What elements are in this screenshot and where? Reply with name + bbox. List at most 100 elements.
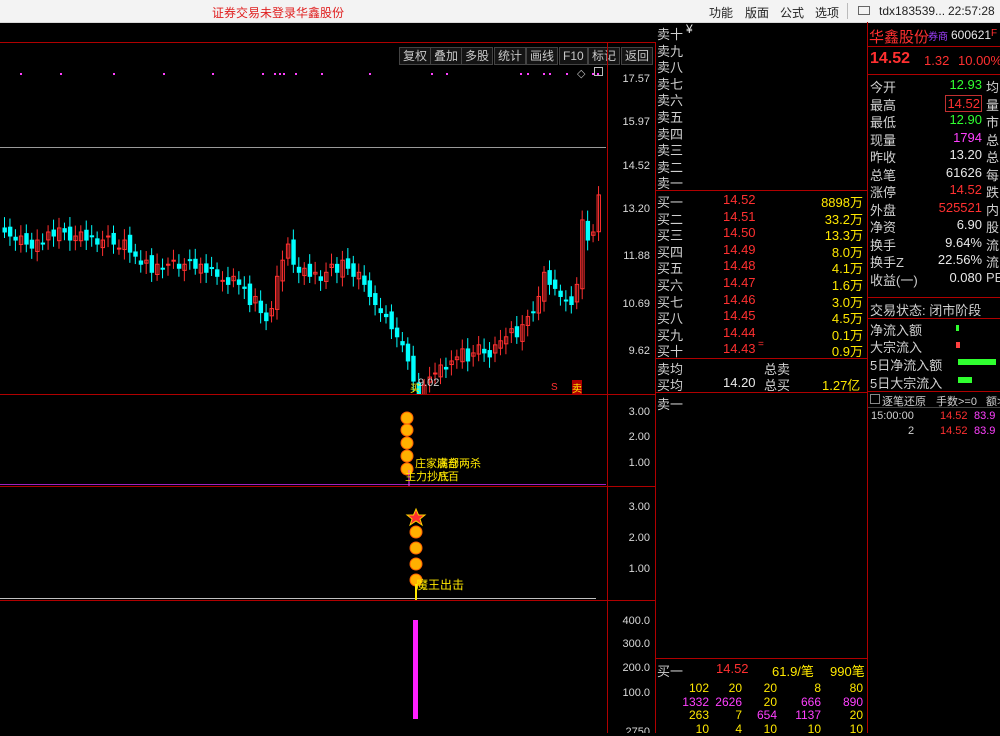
signal-dot	[262, 73, 264, 75]
y-tick: 11.88	[623, 250, 650, 262]
checkbox-icon[interactable]	[870, 394, 880, 404]
signal-dot	[566, 73, 568, 75]
y-tick: 10.69	[622, 298, 650, 310]
quote-value: 12.93	[949, 77, 982, 92]
queue-cell: 1137	[795, 708, 821, 722]
candle	[552, 279, 558, 289]
ind1-baseline	[0, 484, 606, 485]
buy-level-price: 14.44	[723, 324, 756, 340]
book-divider	[656, 190, 867, 191]
queue-sell-label[interactable]: 卖一	[657, 394, 683, 413]
candle	[258, 300, 264, 314]
menu-options[interactable]: 选项	[815, 4, 839, 21]
flow-block-label: 大宗流入	[870, 340, 923, 355]
candle	[242, 286, 247, 289]
quote-value: 9.64%	[945, 234, 982, 250]
candle	[204, 263, 209, 273]
candle	[400, 341, 405, 346]
candle	[166, 263, 171, 266]
quote-label: 最高	[870, 97, 897, 113]
tick-divider	[868, 407, 1000, 408]
quote-tail: 流	[986, 255, 1000, 270]
signal-dot	[212, 73, 214, 75]
signal-dot	[446, 73, 448, 75]
quote-tail: 流	[986, 237, 1000, 253]
candle	[394, 327, 400, 338]
y-tick: 15.97	[622, 116, 650, 128]
candle	[291, 239, 296, 265]
ind2-label: 魔王出击	[416, 578, 465, 592]
quote-value: 525521	[938, 199, 982, 215]
candlestick-chart[interactable]	[0, 42, 606, 394]
queue-buy-count: 990笔	[830, 664, 865, 679]
candle	[443, 366, 449, 370]
queue-buy-avg: 61.9/笔	[772, 664, 814, 679]
candle	[465, 348, 471, 362]
queue-cell: 1332	[682, 694, 709, 709]
flow-bar	[956, 325, 959, 331]
chart-area[interactable]: 17.57 15.97 14.52 13.20 11.88 10.69 9.62…	[0, 42, 656, 733]
candle	[133, 251, 138, 257]
y-tick: 13.20	[622, 203, 650, 215]
signal-dot	[549, 73, 551, 75]
quote-tail: 每	[986, 167, 1000, 183]
candle	[307, 263, 313, 277]
menu-layout[interactable]: 版面	[745, 4, 769, 21]
ind1-y-tick: 1.00	[628, 457, 650, 469]
queue-buy-label[interactable]: 买一	[657, 661, 683, 680]
candle	[411, 355, 416, 382]
ind2-y-tick: 1.00	[628, 563, 650, 575]
signal-dot	[520, 73, 522, 75]
signal-dot	[369, 73, 371, 75]
login-warning[interactable]: 证券交易未登录	[212, 4, 296, 21]
buy-level-flag: =	[758, 339, 764, 351]
ind2-y-tick: 2.00	[628, 532, 650, 544]
quote-tail: 内	[986, 202, 1000, 218]
ind1-label: 八百	[437, 471, 459, 483]
signal-dot	[163, 73, 165, 75]
vol-y-tick: 400.0	[622, 615, 650, 627]
ind1-y-tick: 2.00	[628, 431, 650, 443]
candle	[318, 276, 324, 281]
quote-stock-name[interactable]: 华鑫股份	[869, 26, 929, 47]
quote-value: 1794	[953, 129, 982, 145]
candle	[247, 283, 253, 306]
quote-label: 换手	[870, 237, 897, 253]
buy-level-price: 14.51	[723, 208, 756, 224]
code-suffix: F	[991, 28, 998, 39]
yen-icon: ¥	[686, 22, 693, 36]
account-name[interactable]: tdx183539...	[879, 4, 945, 18]
flow-bar	[956, 342, 960, 348]
quote-label: 昨收	[870, 150, 897, 165]
candle	[334, 263, 340, 273]
vol-y-tick: 300.0	[622, 638, 650, 650]
tick-time: 15:00:00	[871, 410, 914, 422]
tick-price: 14.52	[940, 410, 968, 422]
frame-line	[0, 486, 656, 487]
signal-coin-icon	[409, 525, 423, 539]
signal-dot	[321, 73, 323, 75]
book-divider	[656, 392, 867, 393]
menu-formula[interactable]: 公式	[780, 4, 804, 21]
mail-icon[interactable]	[858, 6, 870, 15]
star-icon	[405, 507, 427, 527]
candle	[116, 247, 122, 250]
quote-tail: 均	[986, 80, 1000, 95]
quote-value: 6.90	[956, 217, 982, 232]
signal-dot	[283, 73, 285, 75]
quote-tail: PE	[986, 269, 1000, 285]
quote-tail: 市	[986, 115, 1000, 130]
candle	[29, 239, 35, 249]
quote-label: 最低	[870, 115, 897, 130]
sector-tag[interactable]: 券商	[928, 28, 948, 43]
queue-cell: 4	[735, 721, 742, 736]
candle	[569, 296, 574, 306]
candle	[220, 279, 225, 282]
menu-function[interactable]: 功能	[709, 4, 733, 21]
quote-tail: 总	[986, 150, 1000, 165]
candle	[95, 238, 100, 245]
quote-tail: 总	[986, 132, 1000, 148]
candle	[149, 255, 155, 273]
price-change: 1.32	[924, 53, 950, 68]
chart-toolbar: 复权 叠加 多股 统计 画线 F10 标记 返回 ◇	[0, 22, 655, 80]
